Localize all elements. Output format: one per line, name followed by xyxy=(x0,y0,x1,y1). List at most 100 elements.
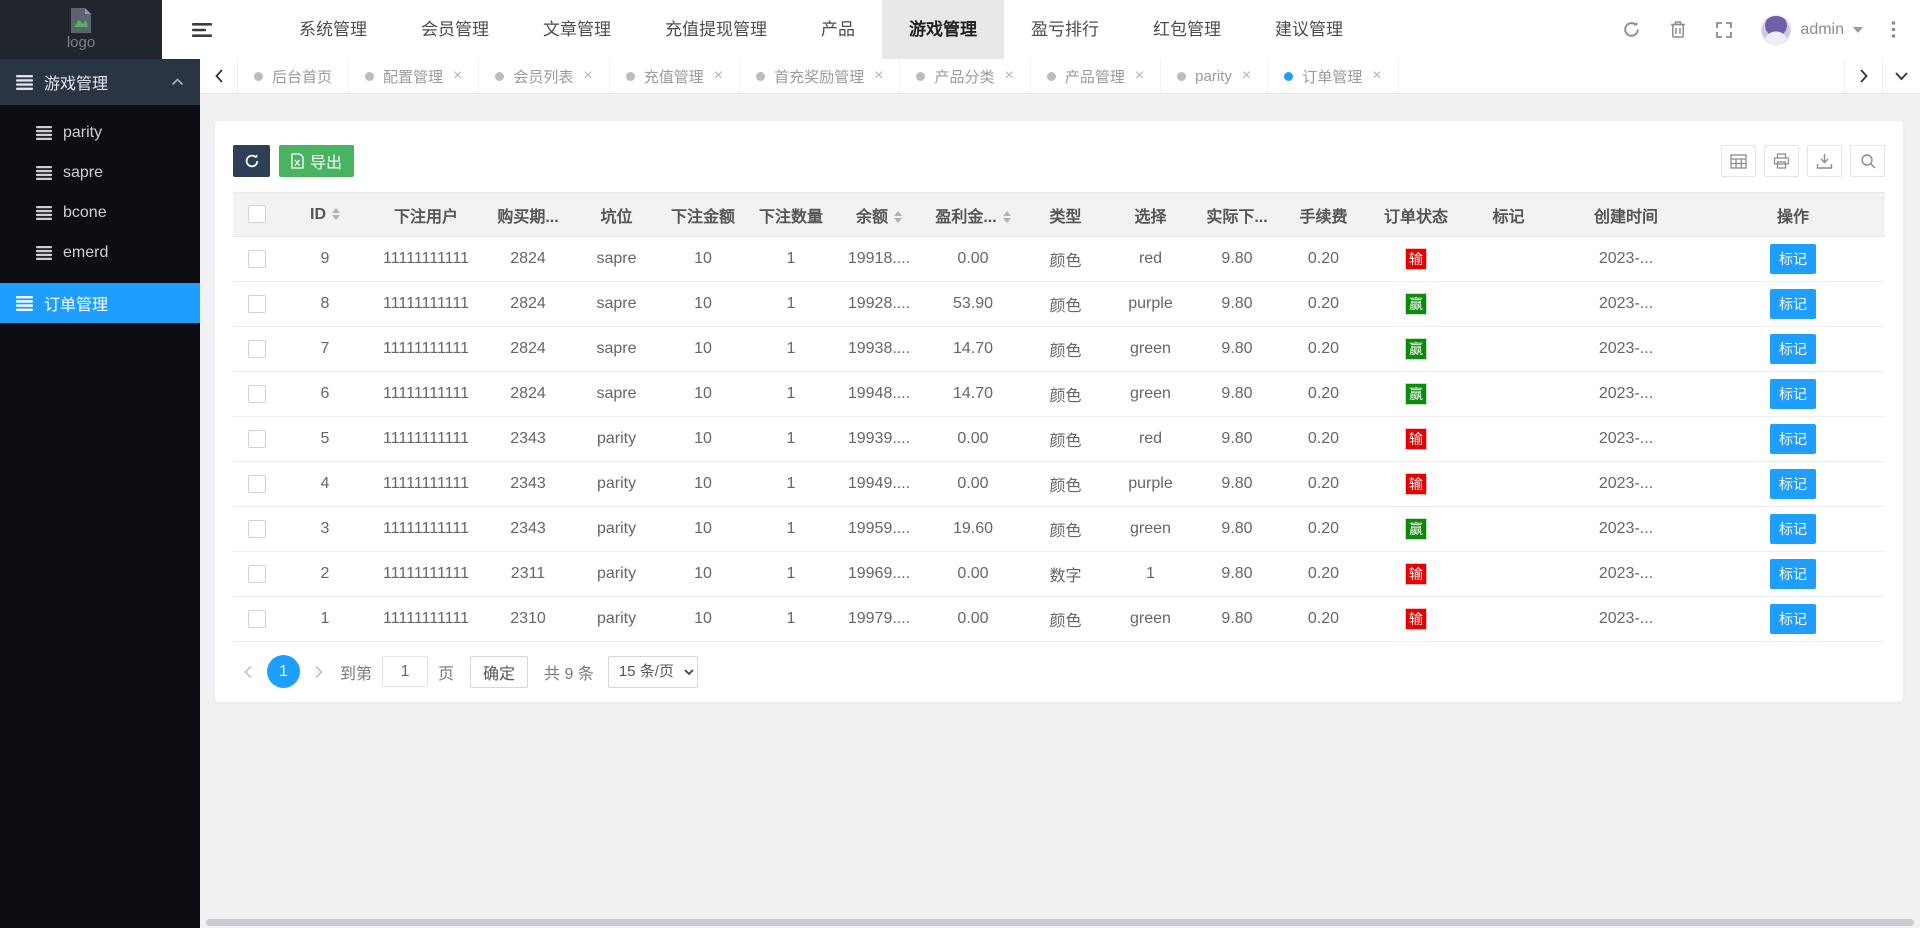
tab-close-icon[interactable]: × xyxy=(583,67,592,85)
nav-item[interactable]: 文章管理 xyxy=(516,0,638,59)
tab-item[interactable]: 首充奖励管理 × xyxy=(740,59,901,93)
mark-button[interactable]: 标记 xyxy=(1770,559,1816,589)
fullscreen-icon[interactable] xyxy=(1715,21,1733,39)
tab-close-icon[interactable]: × xyxy=(1242,67,1251,85)
row-checkbox[interactable] xyxy=(247,474,266,493)
sidebar-item-order-management[interactable]: 订单管理 xyxy=(0,283,200,323)
sort-asc-icon[interactable] xyxy=(1002,211,1011,217)
cell-created: 2023-... xyxy=(1551,326,1701,372)
tabs-scroll-right-icon[interactable] xyxy=(1844,59,1882,93)
sort-icons[interactable] xyxy=(894,211,902,224)
mark-button[interactable]: 标记 xyxy=(1770,514,1816,544)
row-checkbox[interactable] xyxy=(247,339,266,358)
row-checkbox[interactable] xyxy=(247,294,266,313)
mark-button[interactable]: 标记 xyxy=(1770,604,1816,634)
sidebar-item[interactable]: bcone xyxy=(0,193,200,233)
tab-item[interactable]: 产品分类 × xyxy=(900,59,1031,93)
export-button[interactable]: 导出 xyxy=(279,145,355,177)
nav-item[interactable]: 会员管理 xyxy=(394,0,516,59)
prev-page-icon[interactable] xyxy=(233,656,263,688)
sort-asc-icon[interactable] xyxy=(332,208,340,214)
nav-item[interactable]: 红包管理 xyxy=(1126,0,1248,59)
mark-button[interactable]: 标记 xyxy=(1770,469,1816,499)
tabs-scroll-left-icon[interactable] xyxy=(200,59,238,93)
column-header: 选择 xyxy=(1108,192,1193,237)
current-page[interactable]: 1 xyxy=(267,655,300,688)
nav-item[interactable]: 建议管理 xyxy=(1248,0,1370,59)
tab-item[interactable]: 订单管理 × xyxy=(1268,59,1399,93)
mark-button[interactable]: 标记 xyxy=(1770,334,1816,364)
sidebar-item[interactable]: emerd xyxy=(0,233,200,273)
tab-item[interactable]: 配置管理 × xyxy=(349,59,480,93)
cell-period: 2824 xyxy=(482,326,574,372)
export-download-button[interactable] xyxy=(1807,145,1842,177)
page-size-select[interactable]: 15 条/页 xyxy=(607,655,698,688)
tab-close-icon[interactable]: × xyxy=(874,67,883,85)
tab-close-icon[interactable]: × xyxy=(1004,67,1013,85)
tabs-menu-icon[interactable] xyxy=(1882,59,1920,93)
cell-period: 2343 xyxy=(482,461,574,507)
columns-filter-button[interactable] xyxy=(1721,145,1756,177)
tab-item[interactable]: 后台首页 xyxy=(238,59,350,93)
avatar[interactable] xyxy=(1761,14,1792,45)
nav-item[interactable]: 产品 xyxy=(794,0,882,59)
mark-button[interactable]: 标记 xyxy=(1770,379,1816,409)
goto-page-input[interactable] xyxy=(382,656,429,687)
cell-qty: 1 xyxy=(747,416,835,462)
menu-toggle-icon[interactable] xyxy=(192,22,212,38)
mark-button[interactable]: 标记 xyxy=(1770,289,1816,319)
next-page-icon[interactable] xyxy=(304,656,334,688)
cell-user: 11111111111 xyxy=(370,281,482,327)
tab-close-icon[interactable]: × xyxy=(714,67,723,85)
tab-item[interactable]: 产品管理 × xyxy=(1031,59,1162,93)
confirm-page-button[interactable]: 确定 xyxy=(470,655,529,688)
row-checkbox[interactable] xyxy=(247,609,266,628)
refresh-button[interactable] xyxy=(233,145,270,177)
column-label: 下注数量 xyxy=(758,208,823,226)
sort-icons[interactable] xyxy=(332,208,340,221)
tab-item[interactable]: 会员列表 × xyxy=(479,59,610,93)
column-label: 实际下... xyxy=(1206,208,1268,226)
select-all-checkbox[interactable] xyxy=(247,205,266,224)
cell-qty: 1 xyxy=(747,596,835,642)
column-label: ID xyxy=(310,205,326,223)
horizontal-scrollbar[interactable] xyxy=(206,919,1914,926)
refresh-icon[interactable] xyxy=(1622,20,1641,39)
tab-close-icon[interactable]: × xyxy=(1135,67,1144,85)
row-checkbox[interactable] xyxy=(247,249,266,268)
print-button[interactable] xyxy=(1764,145,1799,177)
sidebar-item[interactable]: parity xyxy=(0,113,200,153)
nav-item[interactable]: 盈亏排行 xyxy=(1004,0,1126,59)
sidebar-item[interactable]: sapre xyxy=(0,153,200,193)
row-checkbox[interactable] xyxy=(247,564,266,583)
nav-item[interactable]: 系统管理 xyxy=(272,0,394,59)
sidebar-group-game-management[interactable]: 游戏管理 xyxy=(0,59,200,105)
nav-item[interactable]: 充值提现管理 xyxy=(638,0,794,59)
more-menu-icon[interactable] xyxy=(1891,20,1896,39)
tab-label: parity xyxy=(1195,67,1232,85)
tab-close-icon[interactable]: × xyxy=(453,67,462,85)
sort-desc-icon[interactable] xyxy=(894,218,902,224)
row-checkbox[interactable] xyxy=(247,384,266,403)
sort-icons[interactable] xyxy=(1002,211,1011,224)
cell-action: 标记 xyxy=(1701,371,1885,417)
user-menu[interactable]: admin xyxy=(1761,14,1863,45)
order-status-badge: 输 xyxy=(1405,608,1427,630)
nav-item[interactable]: 游戏管理 xyxy=(882,0,1004,59)
search-button[interactable] xyxy=(1850,145,1885,177)
cell-user: 11111111111 xyxy=(370,551,482,597)
mark-button[interactable]: 标记 xyxy=(1770,424,1816,454)
mark-button[interactable]: 标记 xyxy=(1770,244,1816,274)
tab-dot-icon xyxy=(756,71,766,81)
tab-close-icon[interactable]: × xyxy=(1372,67,1381,85)
sort-desc-icon[interactable] xyxy=(332,215,340,221)
tab-item[interactable]: parity × xyxy=(1161,59,1269,93)
sort-asc-icon[interactable] xyxy=(894,211,902,217)
sort-desc-icon[interactable] xyxy=(1002,218,1011,224)
row-checkbox[interactable] xyxy=(247,429,266,448)
trash-icon[interactable] xyxy=(1669,20,1687,39)
cell-qty: 1 xyxy=(747,551,835,597)
table-row: 5 11111111111 2343 parity 10 1 19939.... 0.00 颜色… xyxy=(233,416,1885,462)
tab-item[interactable]: 充值管理 × xyxy=(610,59,741,93)
row-checkbox[interactable] xyxy=(247,519,266,538)
